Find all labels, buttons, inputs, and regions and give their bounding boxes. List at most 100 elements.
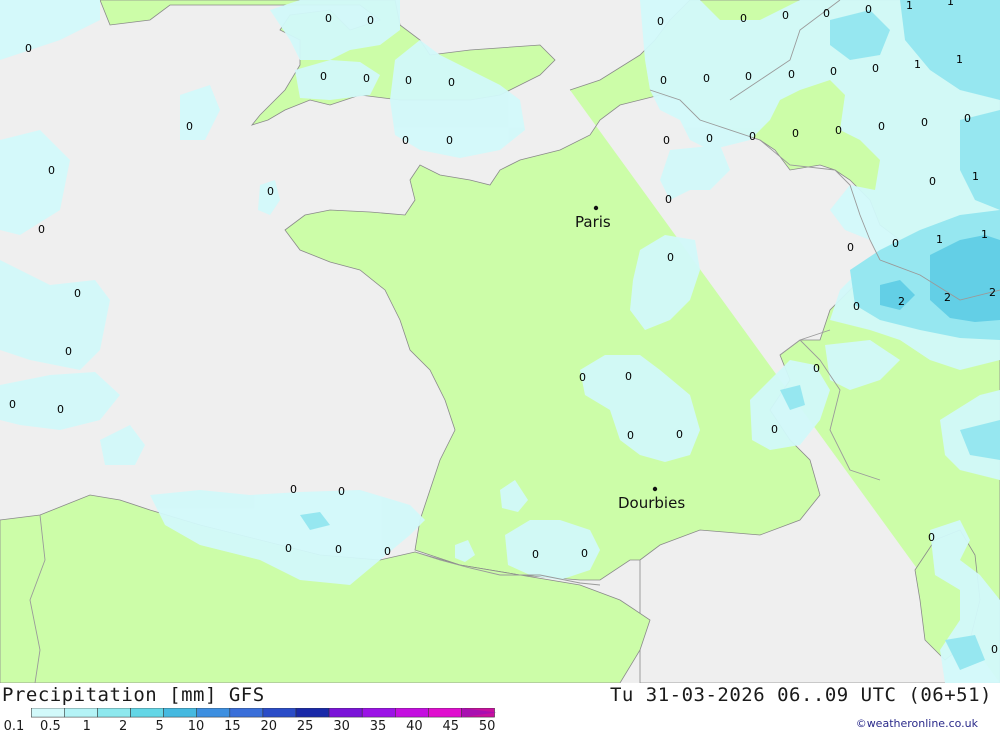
value-label: 0 bbox=[667, 251, 674, 264]
value-label: 0 bbox=[186, 120, 193, 133]
value-label: 0 bbox=[835, 124, 842, 137]
value-label: 1 bbox=[972, 170, 979, 183]
value-label: 0 bbox=[335, 543, 342, 556]
value-label: 0 bbox=[706, 132, 713, 145]
value-label: 0 bbox=[48, 164, 55, 177]
value-label: 0 bbox=[782, 9, 789, 22]
value-label: 0 bbox=[405, 74, 412, 87]
value-label: 0 bbox=[402, 134, 409, 147]
color-scale-box bbox=[295, 708, 330, 718]
value-label: 0 bbox=[38, 223, 45, 236]
value-label: 0 bbox=[813, 362, 820, 375]
value-label: 0 bbox=[928, 531, 935, 544]
value-label: 0 bbox=[9, 398, 16, 411]
color-scale-tick: 15 bbox=[224, 719, 241, 734]
value-label: 1 bbox=[936, 233, 943, 246]
value-label: 0 bbox=[830, 65, 837, 78]
credit-link[interactable]: ©weatheronline.co.uk bbox=[856, 717, 978, 730]
value-label: 0 bbox=[532, 548, 539, 561]
value-label: 0 bbox=[865, 3, 872, 16]
value-label: 0 bbox=[290, 483, 297, 496]
color-scale-box bbox=[229, 708, 264, 718]
value-label: 0 bbox=[771, 423, 778, 436]
color-scale-tick: 50 bbox=[478, 719, 496, 734]
value-label: 0 bbox=[788, 68, 795, 81]
value-label: 0 bbox=[823, 7, 830, 20]
value-label: 0 bbox=[581, 547, 588, 560]
value-label: 0 bbox=[579, 371, 586, 384]
value-label: 0 bbox=[663, 134, 670, 147]
value-label: 0 bbox=[25, 42, 32, 55]
color-scale-box bbox=[262, 708, 297, 718]
color-scale-tick: 0.1 bbox=[3, 719, 25, 734]
value-label: 0 bbox=[665, 193, 672, 206]
value-label: 1 bbox=[956, 53, 963, 66]
value-label: 0 bbox=[991, 643, 998, 656]
color-scale-tick: 45 bbox=[442, 719, 460, 734]
city-label-paris: Paris bbox=[575, 213, 611, 231]
value-label: 0 bbox=[285, 542, 292, 555]
color-scale-box bbox=[163, 708, 198, 718]
value-label: 0 bbox=[892, 237, 899, 250]
color-scale-tick: 40 bbox=[406, 719, 423, 734]
value-label: 0 bbox=[749, 130, 756, 143]
color-scale-boxes bbox=[31, 708, 497, 718]
value-label: 0 bbox=[657, 15, 664, 28]
color-scale-box bbox=[64, 708, 98, 718]
value-label: 1 bbox=[981, 228, 988, 241]
value-label: 0 bbox=[320, 70, 327, 83]
value-label: 0 bbox=[65, 345, 72, 358]
precipitation-map: Paris Dourbies 0 0 0 0 0 0 0 0 0 0 0 0 0… bbox=[0, 0, 1000, 683]
value-label: 0 bbox=[625, 370, 632, 383]
value-label: 0 bbox=[878, 120, 885, 133]
color-scale-ticks: 0.1 0.5 1 2 5 10 15 20 25 30 35 40 45 50 bbox=[0, 719, 560, 734]
value-label: 0 bbox=[964, 112, 971, 125]
color-scale-box bbox=[361, 708, 396, 718]
value-label: 0 bbox=[745, 70, 752, 83]
valid-time: Tu 31-03-2026 06..09 UTC (06+51) bbox=[609, 684, 992, 706]
value-label: 0 bbox=[853, 300, 860, 313]
value-label: 0 bbox=[363, 72, 370, 85]
city-marker bbox=[652, 486, 658, 492]
value-label: 0 bbox=[267, 185, 274, 198]
value-label: 0 bbox=[676, 428, 683, 441]
value-label: 0 bbox=[325, 12, 332, 25]
value-label: 2 bbox=[989, 286, 996, 299]
value-label: 0 bbox=[660, 74, 667, 87]
color-scale bbox=[31, 708, 497, 718]
value-label: 0 bbox=[847, 241, 854, 254]
value-label: 1 bbox=[947, 0, 954, 8]
value-label: 0 bbox=[367, 14, 374, 27]
color-scale-box bbox=[196, 708, 231, 718]
color-scale-tick: 25 bbox=[296, 719, 314, 734]
value-label: 1 bbox=[914, 58, 921, 71]
color-scale-tick: 20 bbox=[260, 719, 278, 734]
value-label: 0 bbox=[384, 545, 391, 558]
value-label: 2 bbox=[944, 291, 951, 304]
value-label: 0 bbox=[740, 12, 747, 25]
color-scale-tick: 0.5 bbox=[40, 719, 61, 734]
value-label: 0 bbox=[703, 72, 710, 85]
value-label: 2 bbox=[898, 295, 905, 308]
color-scale-tick: 30 bbox=[333, 719, 350, 734]
color-scale-box bbox=[97, 708, 131, 718]
color-scale-tick: 1 bbox=[82, 719, 91, 734]
color-scale-tick: 10 bbox=[187, 719, 205, 734]
city-marker bbox=[593, 205, 599, 211]
value-label: 0 bbox=[627, 429, 634, 442]
value-label: 0 bbox=[921, 116, 928, 129]
color-scale-box bbox=[130, 708, 164, 718]
value-label: 0 bbox=[448, 76, 455, 89]
footer: Precipitation [mm] GFS Tu 31-03-2026 06.… bbox=[0, 683, 1000, 734]
value-label: 0 bbox=[792, 127, 799, 140]
color-scale-box bbox=[31, 708, 65, 718]
color-scale-box bbox=[428, 708, 462, 718]
color-scale-tick: 35 bbox=[369, 719, 387, 734]
color-scale-tick: 2 bbox=[119, 719, 128, 734]
value-label: 0 bbox=[74, 287, 81, 300]
city-label-dourbies: Dourbies bbox=[618, 494, 685, 512]
value-label: 0 bbox=[872, 62, 879, 75]
value-label: 0 bbox=[929, 175, 936, 188]
value-label: 0 bbox=[57, 403, 64, 416]
color-scale-box bbox=[394, 708, 429, 718]
